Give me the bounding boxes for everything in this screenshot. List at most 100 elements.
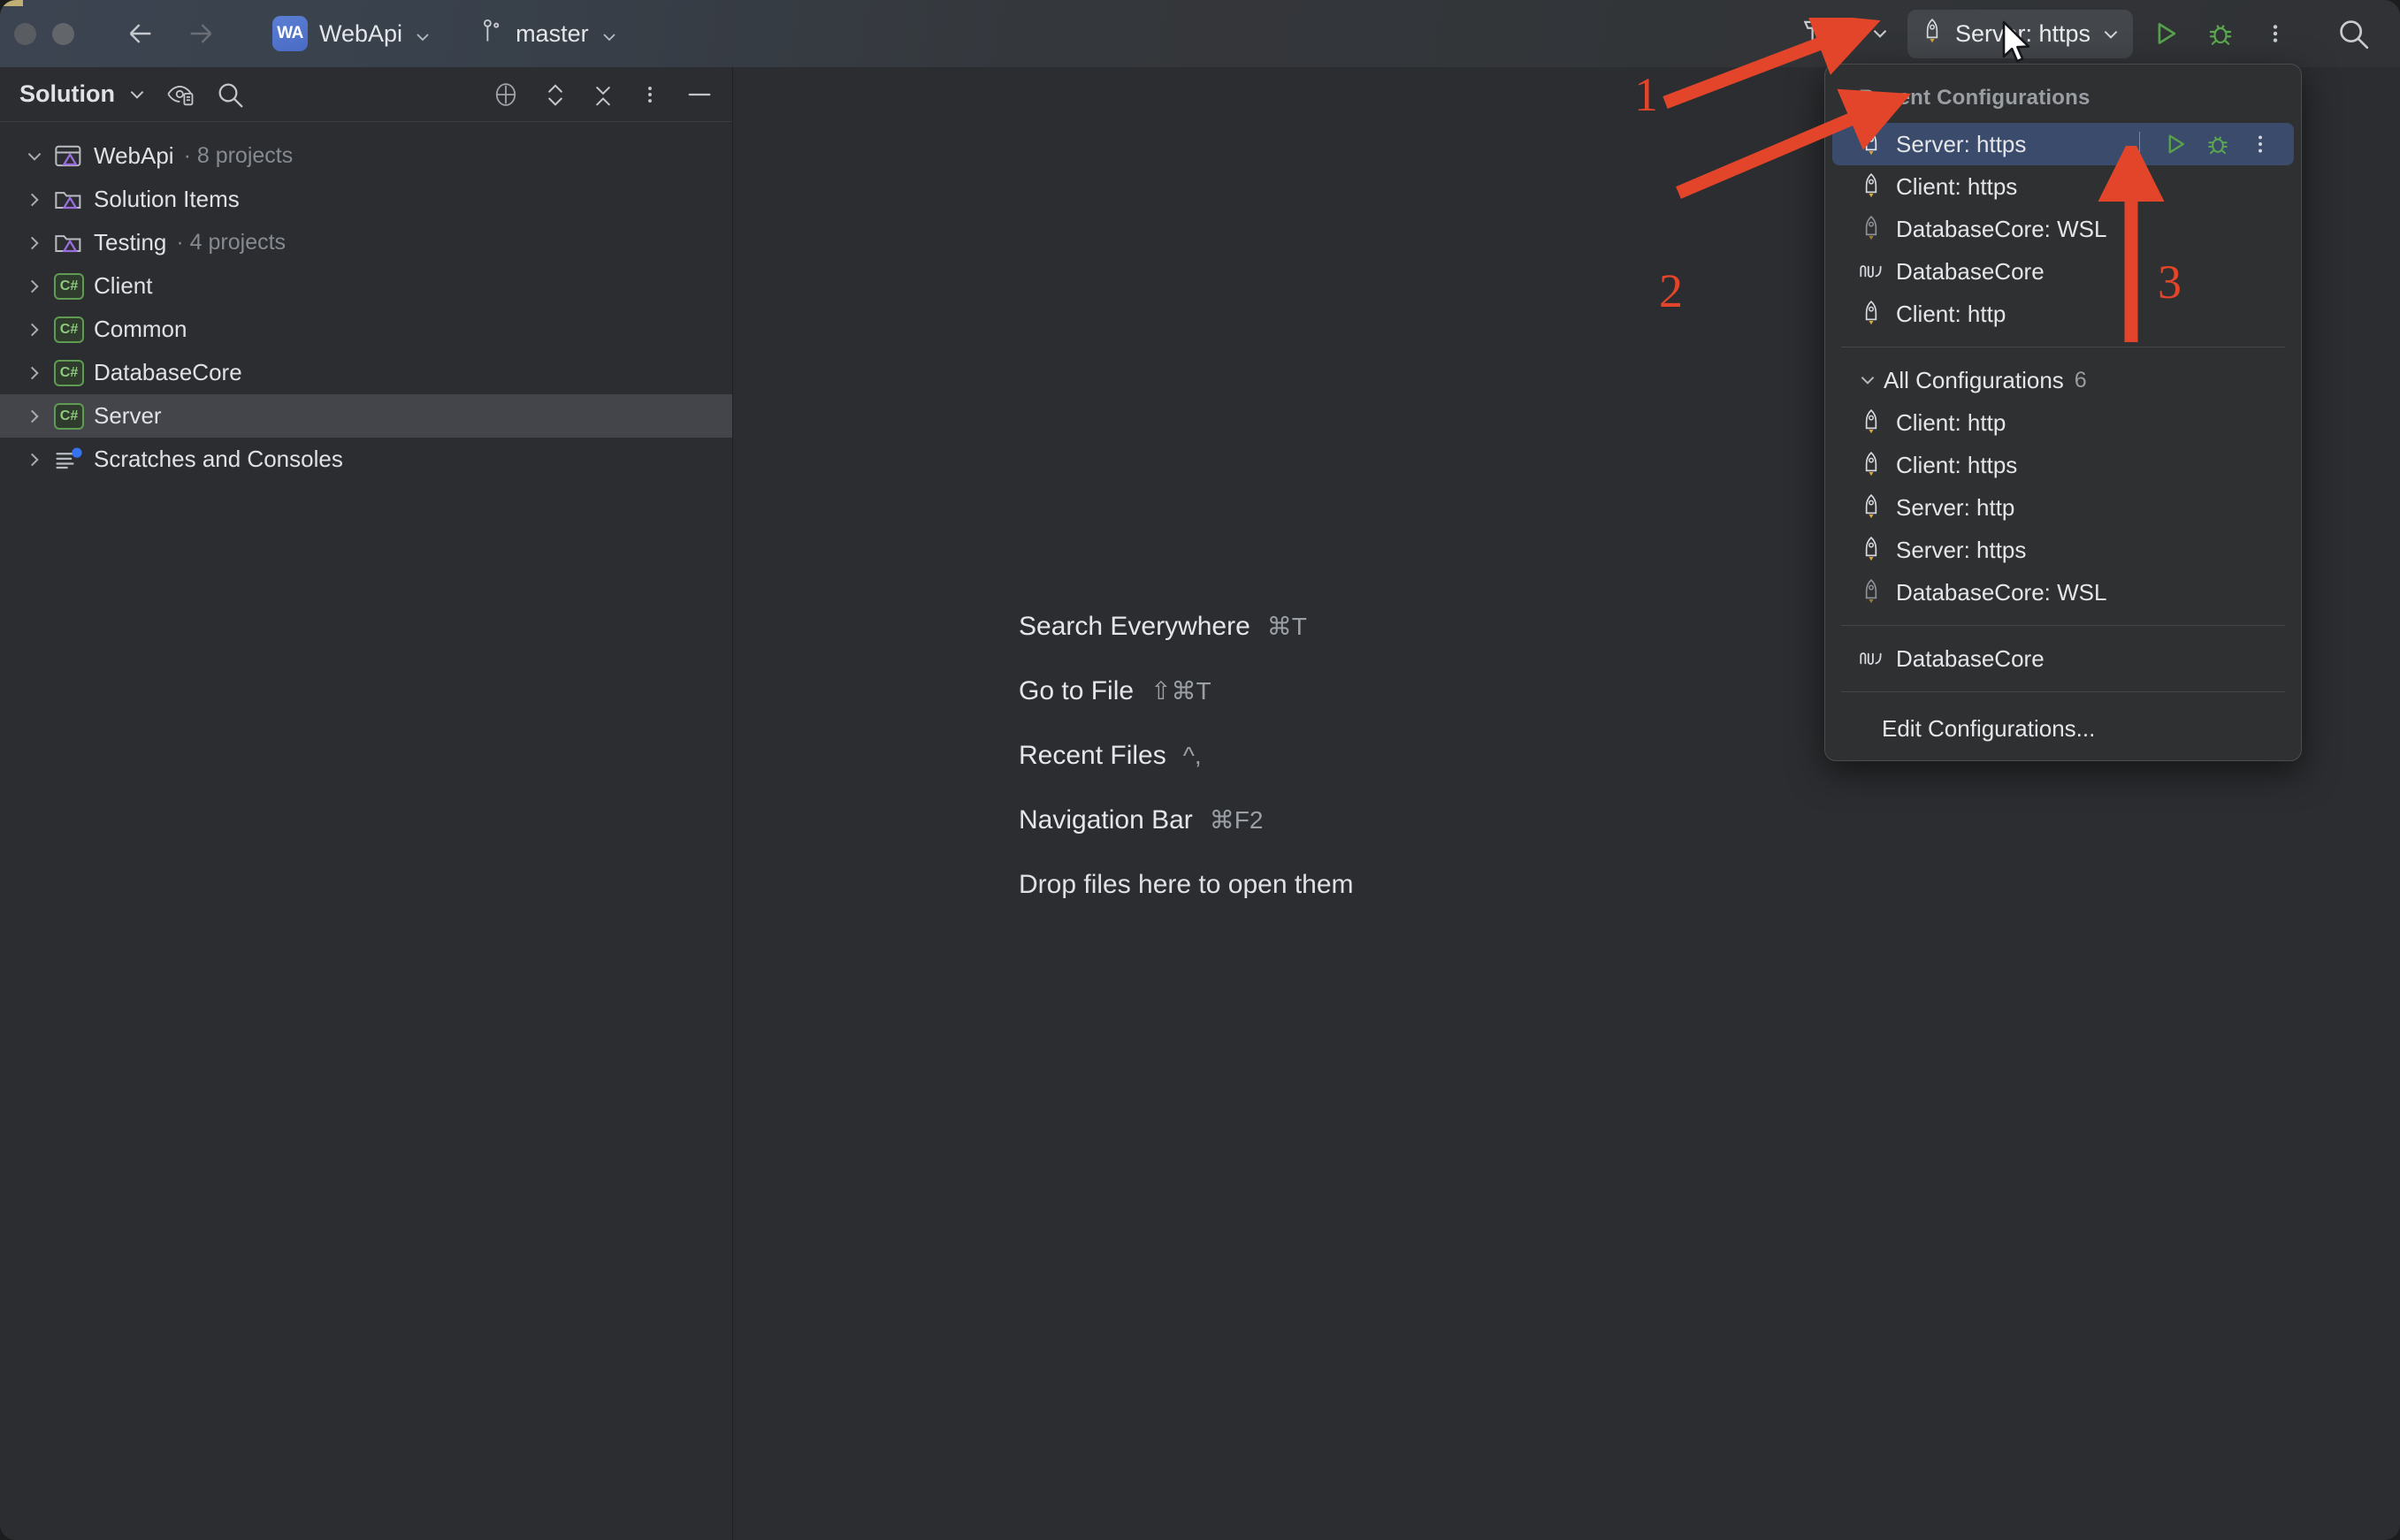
chevron-down-icon[interactable]: [2101, 25, 2119, 42]
rocket-icon: [1852, 536, 1891, 564]
window-corner-accent: [0, 0, 23, 6]
collapsed-twisty-icon[interactable]: [19, 363, 50, 383]
minimize-button[interactable]: [52, 22, 74, 45]
tree-row-solution-items[interactable]: Solution Items: [0, 178, 732, 221]
csharp-project-icon: C#: [50, 272, 88, 300]
more-vertical-icon[interactable]: [2241, 126, 2280, 162]
collapse-all-icon[interactable]: [591, 80, 615, 110]
popup-row-databasecore-wsl[interactable]: DatabaseCore: WSL: [1832, 571, 2294, 614]
expand-all-icon[interactable]: [543, 80, 568, 110]
rocket-icon: [1852, 408, 1891, 437]
edit-configurations-item[interactable]: Edit Configurations...: [1825, 704, 2301, 751]
csharp-project-icon: C#: [50, 359, 88, 386]
rocket-icon: [1852, 493, 1891, 522]
collapsed-twisty-icon[interactable]: [19, 407, 50, 426]
tree-row-testing[interactable]: Testing · 4 projects: [0, 221, 732, 264]
project-selector[interactable]: WA WebApi: [264, 11, 440, 56]
eye-scope-icon[interactable]: [166, 81, 196, 108]
popup-row-label: DatabaseCore: [1896, 257, 2045, 285]
hint-search-everywhere[interactable]: Search Everywhere ⌘T: [1019, 612, 1354, 649]
panel-title: Solution: [19, 80, 115, 107]
title-bar: WA WebApi master Server: https: [0, 0, 2400, 67]
popup-row-server-https[interactable]: Server: https: [1832, 529, 2294, 571]
hint-recent-files[interactable]: Recent Files ^,: [1019, 741, 1354, 778]
hint-shortcut: ⌘F2: [1209, 806, 1264, 834]
hint-label: Search Everywhere: [1019, 612, 1250, 641]
tree-item-label: Scratches and Consoles: [94, 446, 343, 472]
back-arrow-icon[interactable]: [126, 19, 156, 49]
close-button[interactable]: [14, 22, 36, 45]
tree-row-common[interactable]: C# Common: [0, 308, 732, 351]
run-triangle-icon[interactable]: [2138, 6, 2193, 61]
navigation-arrows[interactable]: [126, 19, 216, 49]
toolbar-right-group: Server: https: [1786, 6, 2400, 61]
project-badge: WA: [272, 16, 308, 51]
chevron-down-icon: [600, 25, 618, 42]
hint-navigation-bar[interactable]: Navigation Bar ⌘F2: [1019, 805, 1354, 842]
csharp-project-icon: C#: [50, 316, 88, 343]
popup-row-client-https[interactable]: Client: https: [1832, 444, 2294, 486]
window-controls[interactable]: [0, 22, 74, 45]
tree-item-sub: · 4 projects: [176, 230, 287, 255]
popup-row-client-http-recent[interactable]: Client: http: [1832, 293, 2294, 335]
hint-shortcut: ^,: [1182, 742, 1202, 769]
debug-bug-icon[interactable]: [2198, 126, 2237, 162]
popup-divider: [1841, 691, 2285, 692]
popup-row-server-https-recent[interactable]: Server: https: [1832, 123, 2294, 165]
more-vertical-icon[interactable]: [2248, 6, 2303, 61]
toolbar-divider: [1846, 19, 1847, 49]
collapsed-twisty-icon[interactable]: [19, 190, 50, 210]
popup-row-label: Client: http: [1896, 300, 2006, 327]
more-vertical-icon[interactable]: [638, 83, 661, 106]
tree-row-client[interactable]: C# Client: [0, 264, 732, 308]
solution-tree: WebApi · 8 projects Solution Items Testi…: [0, 122, 732, 481]
tree-row-webapi[interactable]: WebApi · 8 projects: [0, 134, 732, 178]
expanded-twisty-icon[interactable]: [19, 147, 50, 166]
drop-files-hint: Drop files here to open them: [1019, 870, 1354, 899]
run-triangle-icon[interactable]: [2156, 126, 2195, 162]
collapsed-twisty-icon[interactable]: [19, 277, 50, 296]
tree-item-label: Client: [94, 272, 153, 299]
run-configurations-popup: Recent Configurations Server: https Clie…: [1824, 64, 2302, 761]
tree-row-server[interactable]: C# Server: [0, 394, 732, 438]
solution-panel-header: Solution: [0, 67, 732, 122]
collapsed-twisty-icon[interactable]: [19, 233, 50, 253]
rocket-icon: [1852, 172, 1891, 201]
tree-item-sub: · 8 projects: [183, 143, 294, 168]
hammer-icon[interactable]: [1786, 6, 1841, 61]
search-icon[interactable]: [216, 80, 244, 109]
annotation-number-3: 3: [2158, 255, 2182, 309]
rocket-icon: [1852, 451, 1891, 479]
database-wave-icon: [1852, 647, 1891, 670]
popup-row-databasecore-wsl-recent[interactable]: DatabaseCore: WSL: [1832, 208, 2294, 250]
collapsed-twisty-icon[interactable]: [19, 450, 50, 469]
popup-row-databasecore-recent[interactable]: DatabaseCore: [1832, 250, 2294, 293]
popup-row-client-http[interactable]: Client: http: [1832, 401, 2294, 444]
csharp-project-icon: C#: [50, 402, 88, 430]
chevron-down-icon[interactable]: [1853, 6, 1907, 61]
rocket-dim-icon: [1852, 578, 1891, 606]
target-crosshair-icon[interactable]: [492, 80, 520, 110]
hint-label: Go to File: [1019, 676, 1135, 705]
chevron-down-icon[interactable]: [127, 85, 147, 104]
forward-arrow-icon[interactable]: [186, 19, 216, 49]
popup-row-databasecore-extra[interactable]: DatabaseCore: [1832, 637, 2294, 680]
hint-go-to-file[interactable]: Go to File ⇧⌘T: [1019, 676, 1354, 713]
minimize-icon[interactable]: [684, 82, 715, 107]
hint-label: Recent Files: [1019, 741, 1166, 770]
folder-solution-icon: [50, 186, 88, 214]
solution-explorer-panel: Solution WebApi · 8 projects Solution It…: [0, 67, 733, 1540]
collapsed-twisty-icon[interactable]: [19, 320, 50, 339]
popup-row-client-https-recent[interactable]: Client: https: [1832, 165, 2294, 208]
popup-row-server-http[interactable]: Server: http: [1832, 486, 2294, 529]
popup-group-all-configurations[interactable]: All Configurations 6: [1832, 359, 2294, 401]
chevron-down-icon[interactable]: [1852, 370, 1884, 390]
editor-shortcut-hints: Search Everywhere ⌘T Go to File ⇧⌘T Rece…: [1019, 612, 1354, 900]
tree-row-scratches[interactable]: Scratches and Consoles: [0, 438, 732, 481]
tree-row-databasecore[interactable]: C# DatabaseCore: [0, 351, 732, 394]
debug-bug-icon[interactable]: [2193, 6, 2248, 61]
mouse-pointer-icon: [2002, 20, 2030, 63]
search-icon[interactable]: [2326, 6, 2381, 61]
tree-item-label: Server: [94, 402, 162, 429]
branch-selector[interactable]: master: [470, 13, 627, 55]
